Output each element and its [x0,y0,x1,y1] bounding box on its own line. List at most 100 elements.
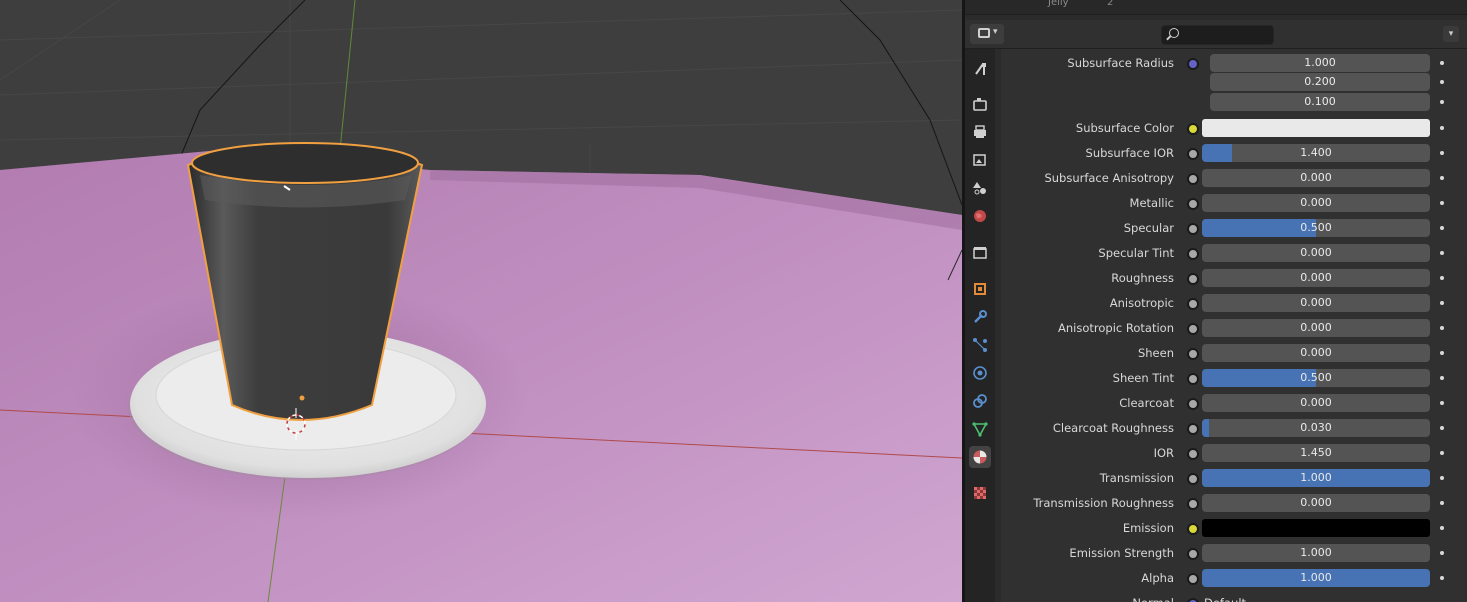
subsurface-anisotropy-slider[interactable]: 0.000 [1202,169,1430,187]
keyframe-dot[interactable] [1440,201,1444,205]
search-icon [1169,28,1179,38]
keyframe-dot[interactable] [1440,326,1444,330]
metallic-slider[interactable]: 0.000 [1202,194,1430,212]
texture-tab[interactable] [969,482,991,504]
socket-icon[interactable] [1187,223,1199,235]
normal-value[interactable]: Default [1204,596,1246,602]
keyframe-dot[interactable] [1440,126,1444,130]
world-tab[interactable] [969,205,991,227]
keyframe-dot[interactable] [1440,176,1444,180]
specular-tint-slider[interactable]: 0.000 [1202,244,1430,262]
socket-icon[interactable] [1187,173,1199,185]
keyframe-dot[interactable] [1440,61,1444,65]
particles-icon [973,338,987,352]
tool-tab[interactable] [969,58,991,80]
field-value: 0.000 [1300,321,1332,334]
socket-icon[interactable] [1187,248,1199,260]
clearcoat-roughness-slider[interactable]: 0.030 [1202,419,1430,437]
keyframe-dot[interactable] [1440,526,1444,530]
alpha-slider[interactable]: 1.000 [1202,569,1430,587]
render-tab[interactable] [969,93,991,115]
socket-icon[interactable] [1187,523,1199,535]
socket-icon[interactable] [1187,598,1199,602]
socket-icon[interactable] [1187,373,1199,385]
physics-tab[interactable] [969,362,991,384]
transmission-slider[interactable]: 1.000 [1202,469,1430,487]
socket-icon[interactable] [1187,448,1199,460]
sheen-tint-slider[interactable]: 0.500 [1202,369,1430,387]
view-layer-tab[interactable] [969,149,991,171]
transmission-label: Transmission [1099,471,1174,485]
emission-strength-label: Emission Strength [1069,546,1174,560]
socket-icon[interactable] [1187,548,1199,560]
anisotropic-rotation-slider[interactable]: 0.000 [1202,319,1430,337]
emission-strength-slider[interactable]: 1.000 [1202,544,1430,562]
keyframe-dot[interactable] [1440,376,1444,380]
alpha-label: Alpha [1141,571,1174,585]
outliner-item-jelly[interactable]: Jelly [1048,0,1069,8]
subsurface-radius-field-1[interactable]: 1.000 [1210,54,1430,72]
socket-icon[interactable] [1187,573,1199,585]
clearcoat-slider[interactable]: 0.000 [1202,394,1430,412]
data-tab[interactable] [969,418,991,440]
socket-icon[interactable] [1187,473,1199,485]
collection-tab[interactable] [969,242,991,264]
keyframe-dot[interactable] [1440,151,1444,155]
subsurface-radius-field-3[interactable]: 0.100 [1210,93,1430,111]
socket-icon[interactable] [1187,398,1199,410]
anisotropic-slider[interactable]: 0.000 [1202,294,1430,312]
keyframe-dot[interactable] [1440,401,1444,405]
keyframe-dot[interactable] [1440,551,1444,555]
keyframe-dot[interactable] [1440,501,1444,505]
subsurface-ior-slider[interactable]: 1.400 [1202,144,1430,162]
object-tab[interactable] [969,278,991,300]
keyframe-dot[interactable] [1440,251,1444,255]
keyframe-dot[interactable] [1440,476,1444,480]
ior-slider[interactable]: 1.450 [1202,444,1430,462]
keyframe-dot[interactable] [1440,301,1444,305]
socket-icon[interactable] [1187,348,1199,360]
specular-label: Specular [1123,221,1174,235]
ior-row: IOR 1.450 [1001,443,1467,463]
keyframe-dot[interactable] [1440,226,1444,230]
socket-icon[interactable] [1187,123,1199,135]
emission-color-swatch[interactable] [1202,519,1430,537]
options-dropdown[interactable]: ▾ [1443,26,1459,42]
search-field[interactable] [1161,25,1274,45]
socket-icon[interactable] [1187,58,1199,70]
specular-slider[interactable]: 0.500 [1202,219,1430,237]
keyframe-dot[interactable] [1440,276,1444,280]
modifier-tab[interactable] [969,306,991,328]
sheen-slider[interactable]: 0.000 [1202,344,1430,362]
keyframe-dot[interactable] [1440,100,1444,104]
subsurface-radius-field-2[interactable]: 0.200 [1210,73,1430,91]
socket-icon[interactable] [1187,273,1199,285]
socket-icon[interactable] [1187,198,1199,210]
output-tab[interactable] [969,121,991,143]
transmission-roughness-label: Transmission Roughness [1033,496,1174,510]
scene-tab[interactable] [969,177,991,199]
keyframe-dot[interactable] [1440,451,1444,455]
subsurface-color-color-swatch[interactable] [1202,119,1430,137]
keyframe-dot[interactable] [1440,351,1444,355]
field-value: 0.000 [1300,171,1332,184]
keyframe-dot[interactable] [1440,426,1444,430]
socket-icon[interactable] [1187,423,1199,435]
material-tab[interactable] [969,446,991,468]
editor-type-button[interactable]: ▾ [970,24,1004,44]
transmission-roughness-slider[interactable]: 0.000 [1202,494,1430,512]
anisotropic-rotation-label: Anisotropic Rotation [1058,321,1174,335]
socket-icon[interactable] [1187,298,1199,310]
particles-tab[interactable] [969,334,991,356]
socket-icon[interactable] [1187,323,1199,335]
keyframe-dot[interactable] [1440,576,1444,580]
search-input[interactable] [1184,26,1268,42]
keyframe-dot[interactable] [1440,80,1444,84]
specular-tint-label: Specular Tint [1098,246,1174,260]
socket-icon[interactable] [1187,498,1199,510]
roughness-slider[interactable]: 0.000 [1202,269,1430,287]
specular-row: Specular 0.500 [1001,218,1467,238]
socket-icon[interactable] [1187,148,1199,160]
constraints-tab[interactable] [969,390,991,412]
3d-viewport[interactable] [0,0,962,602]
